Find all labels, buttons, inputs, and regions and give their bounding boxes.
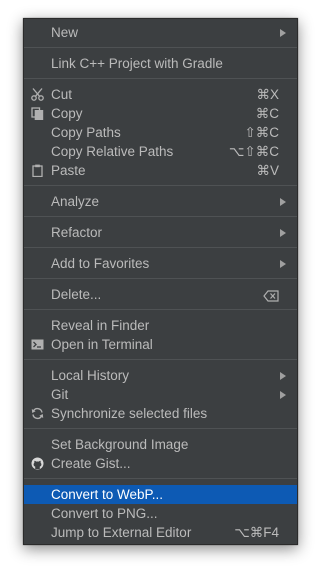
submenu-arrow-icon bbox=[280, 229, 286, 237]
menu-item-cut-label: Cut bbox=[51, 87, 73, 102]
menu-item-create-gist[interactable]: Create Gist... bbox=[24, 454, 297, 473]
menu-item-reveal-in-finder-label: Reveal in Finder bbox=[51, 318, 150, 333]
menu-separator bbox=[24, 309, 297, 310]
menu-item-link-cpp-project[interactable]: Link C++ Project with Gradle bbox=[24, 54, 297, 73]
menu-item-local-history-label: Local History bbox=[51, 368, 130, 383]
copy-paths-shortcut: ⇧⌘C bbox=[244, 125, 279, 140]
menu-item-copy-paths[interactable]: Copy Paths ⇧⌘C bbox=[24, 123, 297, 142]
submenu-arrow-icon bbox=[280, 372, 286, 380]
menu-item-refactor[interactable]: Refactor bbox=[24, 223, 297, 242]
menu-item-delete[interactable]: Delete... bbox=[24, 285, 297, 304]
menu-item-create-gist-label: Create Gist... bbox=[51, 456, 131, 471]
menu-item-open-in-terminal-label: Open in Terminal bbox=[51, 337, 153, 352]
menu-separator bbox=[24, 478, 297, 479]
menu-item-set-background-image[interactable]: Set Background Image bbox=[24, 435, 297, 454]
github-icon bbox=[31, 457, 44, 470]
menu-item-paste[interactable]: Paste ⌘V bbox=[24, 161, 297, 180]
menu-separator bbox=[24, 78, 297, 79]
menu-item-copy-paths-label: Copy Paths bbox=[51, 125, 121, 140]
menu-item-cut[interactable]: Cut ⌘X bbox=[24, 85, 297, 104]
sync-icon bbox=[31, 407, 44, 420]
menu-separator bbox=[24, 47, 297, 48]
submenu-arrow-icon bbox=[280, 29, 286, 37]
menu-item-reveal-in-finder[interactable]: Reveal in Finder bbox=[24, 316, 297, 335]
menu-item-new-label: New bbox=[51, 25, 79, 40]
menu-item-synchronize[interactable]: Synchronize selected files bbox=[24, 404, 297, 423]
context-menu: New Link C++ Project with Gradle Cut ⌘X … bbox=[23, 18, 298, 545]
menu-item-open-in-terminal[interactable]: Open in Terminal bbox=[24, 335, 297, 354]
delete-key-icon bbox=[263, 288, 279, 307]
menu-separator bbox=[24, 216, 297, 217]
menu-item-git[interactable]: Git bbox=[24, 385, 297, 404]
menu-item-jump-to-external-editor-label: Jump to External Editor bbox=[51, 525, 192, 540]
menu-separator bbox=[24, 428, 297, 429]
menu-item-link-cpp-label: Link C++ Project with Gradle bbox=[51, 56, 223, 71]
menu-item-analyze[interactable]: Analyze bbox=[24, 192, 297, 211]
menu-separator bbox=[24, 359, 297, 360]
menu-item-git-label: Git bbox=[51, 387, 69, 402]
menu-item-copy[interactable]: Copy ⌘C bbox=[24, 104, 297, 123]
menu-item-convert-to-webp-label: Convert to WebP... bbox=[51, 487, 164, 502]
jump-external-shortcut: ⌥⌘F4 bbox=[234, 525, 279, 540]
copy-shortcut: ⌘C bbox=[255, 106, 279, 121]
terminal-icon bbox=[31, 338, 44, 351]
clipboard-icon bbox=[31, 164, 44, 177]
menu-item-delete-label: Delete... bbox=[51, 287, 102, 302]
menu-item-convert-to-webp[interactable]: Convert to WebP... bbox=[24, 485, 297, 504]
submenu-arrow-icon bbox=[280, 391, 286, 399]
menu-item-copy-relative-paths-label: Copy Relative Paths bbox=[51, 144, 174, 159]
copy-relative-paths-shortcut: ⌥⇧⌘C bbox=[228, 144, 279, 159]
menu-item-jump-to-external-editor[interactable]: Jump to External Editor ⌥⌘F4 bbox=[24, 523, 297, 542]
submenu-arrow-icon bbox=[280, 198, 286, 206]
menu-item-set-background-label: Set Background Image bbox=[51, 437, 189, 452]
submenu-arrow-icon bbox=[280, 260, 286, 268]
menu-item-analyze-label: Analyze bbox=[51, 194, 100, 209]
paste-shortcut: ⌘V bbox=[256, 163, 279, 178]
menu-item-copy-relative-paths[interactable]: Copy Relative Paths ⌥⇧⌘C bbox=[24, 142, 297, 161]
menu-item-add-to-favorites-label: Add to Favorites bbox=[51, 256, 150, 271]
menu-item-add-to-favorites[interactable]: Add to Favorites bbox=[24, 254, 297, 273]
menu-item-convert-to-png-label: Convert to PNG... bbox=[51, 506, 158, 521]
menu-item-local-history[interactable]: Local History bbox=[24, 366, 297, 385]
cut-shortcut: ⌘X bbox=[256, 87, 279, 102]
copy-icon bbox=[31, 107, 44, 120]
menu-separator bbox=[24, 247, 297, 248]
menu-item-convert-to-png[interactable]: Convert to PNG... bbox=[24, 504, 297, 523]
menu-item-paste-label: Paste bbox=[51, 163, 86, 178]
menu-item-copy-label: Copy bbox=[51, 106, 83, 121]
menu-separator bbox=[24, 185, 297, 186]
menu-item-new[interactable]: New bbox=[24, 23, 297, 42]
scissors-icon bbox=[31, 88, 44, 101]
menu-separator bbox=[24, 278, 297, 279]
menu-item-synchronize-label: Synchronize selected files bbox=[51, 406, 208, 421]
menu-item-refactor-label: Refactor bbox=[51, 225, 103, 240]
